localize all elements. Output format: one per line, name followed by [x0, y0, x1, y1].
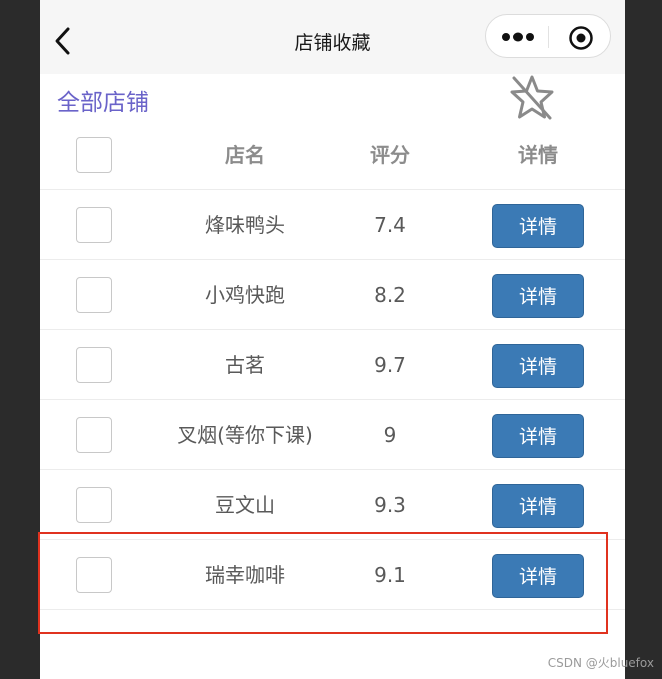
- header-detail: 详情: [518, 143, 558, 167]
- store-name: 古茗: [225, 353, 265, 377]
- watermark: CSDN @火bluefox: [547, 656, 654, 670]
- table-row: 小鸡快跑 8.2 详情: [40, 260, 625, 330]
- table-row: 豆文山 9.3 详情: [40, 470, 625, 540]
- table-row: 叉烟(等你下课) 9 详情: [40, 400, 625, 470]
- store-score: 8.2: [374, 283, 406, 307]
- target-icon[interactable]: [568, 25, 594, 51]
- row-checkbox[interactable]: [76, 347, 112, 383]
- detail-button[interactable]: 详情: [492, 414, 584, 458]
- select-all-checkbox[interactable]: [76, 137, 112, 173]
- star-off-icon[interactable]: [506, 72, 558, 124]
- row-checkbox[interactable]: [76, 277, 112, 313]
- store-name: 烽味鸭头: [205, 213, 285, 237]
- store-name: 豆文山: [215, 493, 275, 517]
- store-score: 9.7: [374, 353, 406, 377]
- capsule-menu: [485, 14, 611, 58]
- store-score: 9.3: [374, 493, 406, 517]
- store-score: 7.4: [374, 213, 406, 237]
- more-dots-icon[interactable]: [501, 30, 535, 44]
- header-name: 店名: [225, 143, 265, 167]
- table-row: 烽味鸭头 7.4 详情: [40, 190, 625, 260]
- store-name: 叉烟(等你下课): [177, 423, 313, 447]
- detail-button[interactable]: 详情: [492, 204, 584, 248]
- detail-button[interactable]: 详情: [492, 344, 584, 388]
- row-checkbox[interactable]: [76, 207, 112, 243]
- store-name: 小鸡快跑: [205, 283, 285, 307]
- navigation-bar: 店铺收藏: [40, 0, 625, 74]
- section-label: 全部店铺: [57, 90, 149, 116]
- store-score: 9: [383, 423, 397, 447]
- header-score: 评分: [370, 143, 410, 167]
- row-checkbox[interactable]: [76, 487, 112, 523]
- row-checkbox[interactable]: [76, 417, 112, 453]
- capsule-divider: [548, 26, 549, 48]
- table-header: 店名 评分 详情: [40, 120, 625, 190]
- detail-button[interactable]: 详情: [492, 274, 584, 318]
- highlight-box: [38, 532, 608, 634]
- detail-button[interactable]: 详情: [492, 484, 584, 528]
- table-row: 古茗 9.7 详情: [40, 330, 625, 400]
